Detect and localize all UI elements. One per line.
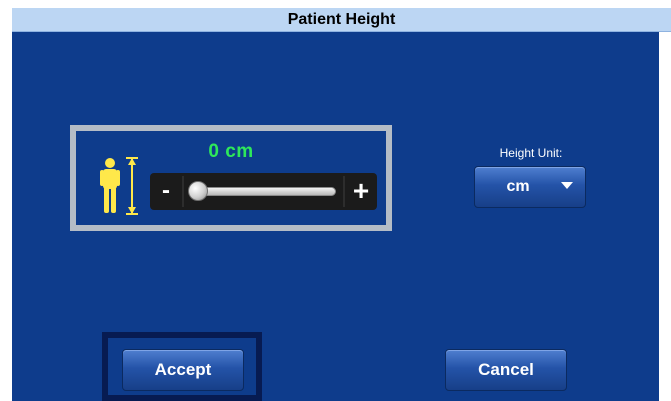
minus-divider: [182, 176, 184, 207]
cancel-button[interactable]: Cancel: [445, 349, 567, 391]
height-unit-label: Height Unit:: [499, 146, 563, 160]
person-height-icon: [100, 157, 138, 215]
height-unit-dropdown[interactable]: cm: [474, 166, 586, 208]
decrease-height-button[interactable]: -: [152, 176, 180, 207]
plus-divider: [343, 176, 345, 207]
height-slider: - +: [150, 173, 377, 210]
dialog-title: Patient Height: [287, 11, 396, 28]
caret-down-icon: [561, 182, 573, 189]
title-bar: Patient Height: [12, 8, 671, 32]
slider-rail[interactable]: [194, 187, 336, 196]
window-edge: [659, 32, 671, 401]
height-unit-value: cm: [506, 178, 530, 195]
accept-button[interactable]: Accept: [122, 349, 244, 391]
patient-height-dialog: Patient Height 0 cm - + Height Unit: cm …: [12, 8, 671, 401]
height-slider-panel: 0 cm - +: [70, 125, 392, 231]
increase-height-button[interactable]: +: [347, 176, 375, 207]
slider-knob[interactable]: [188, 181, 208, 201]
